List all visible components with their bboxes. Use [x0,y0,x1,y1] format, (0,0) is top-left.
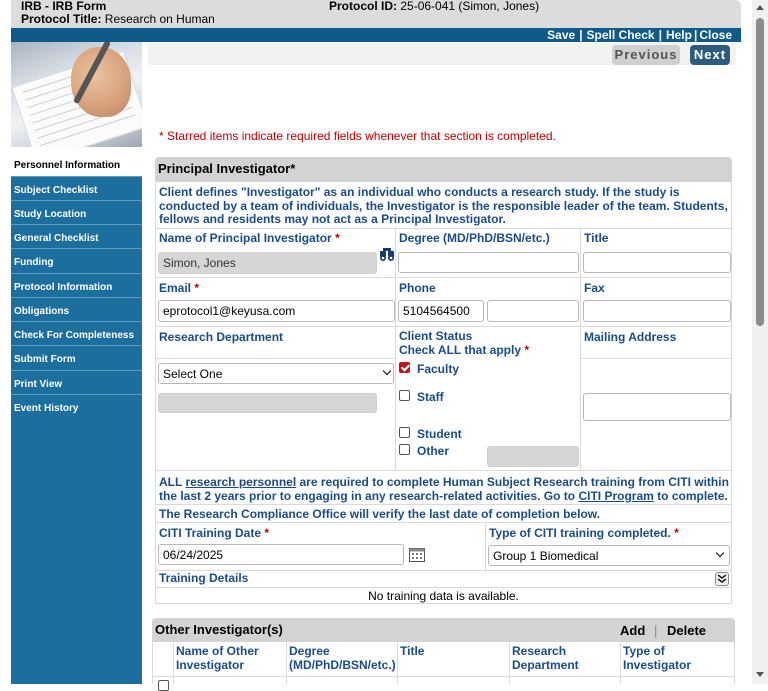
binoculars-icon[interactable] [379,248,395,262]
staff-label: Staff [417,390,444,404]
add-investigator-button[interactable]: Add [620,623,645,638]
previous-button[interactable]: Previous [612,45,680,65]
student-checkbox[interactable] [399,427,410,438]
pi-name-field: Simon, Jones [158,252,377,274]
citi-type-select[interactable]: Group 1 Biomedical [488,545,730,566]
phone-extension-field[interactable] [487,300,579,322]
toolbar: Save | Spell Check | Help | Close [11,28,741,42]
student-label: Student [417,427,462,441]
toolbar-separator: | [658,28,662,42]
protocol-title-label: Protocol Title: [21,12,102,26]
header-separator: | [654,623,658,638]
mailing-address-label: Mailing Address [584,330,677,344]
citi-date-field[interactable]: 06/24/2025 [158,544,404,565]
other-status-field [487,446,579,467]
toolbar-separator: | [579,28,583,42]
delete-investigator-button[interactable]: Delete [667,623,706,638]
save-link[interactable]: Save [547,28,575,42]
required-fields-note: * Starred items indicate required fields… [159,129,556,143]
degree-label: Degree (MD/PhD/BSN/etc.) [399,231,550,245]
sidebar-item-submit-form[interactable]: Submit Form [11,345,142,369]
chevron-down-icon [382,366,392,376]
column-header-type: Type of Investigator [623,644,692,672]
row-select-checkbox[interactable] [158,680,169,691]
sidebar-item-protocol-information[interactable]: Protocol Information [11,273,142,297]
protocol-title-value: Research on Human [104,12,215,26]
degree-field[interactable] [398,252,579,273]
scrollbar-thumb[interactable] [756,18,764,326]
sidebar-item-funding[interactable]: Funding [11,248,142,272]
phone-label: Phone [399,281,436,295]
email-label: Email * [159,281,200,295]
no-training-data-message: No training data is available. [368,589,519,603]
sidebar-item-study-location[interactable]: Study Location [11,200,142,224]
next-button[interactable]: Next [690,45,730,65]
sidebar-item-print-view[interactable]: Print View [11,370,142,394]
close-link[interactable]: Close [699,28,732,42]
toolbar-separator: | [693,28,698,42]
research-department-label: Research Department [159,330,284,344]
sidebar-item-general-checklist[interactable]: General Checklist [11,224,142,248]
column-header-department: Research Department [512,644,579,672]
department-readonly-field [158,393,377,413]
pi-name-label: Name of Principal Investigator * [159,231,340,245]
citi-type-label: Type of CITI training completed. * [489,526,679,540]
training-details-label: Training Details [159,571,249,585]
sidebar-banner-image [11,42,142,147]
research-department-select[interactable]: Select One [158,363,394,384]
sidebar-item-obligations[interactable]: Obligations [11,297,142,321]
scroll-up-icon[interactable] [756,5,764,10]
citi-verify-note: The Research Compliance Office will veri… [159,507,600,521]
other-checkbox[interactable] [399,444,410,455]
vertical-scrollbar[interactable] [752,0,768,684]
other-investigators-title: Other Investigator(s) [155,622,283,637]
fax-label: Fax [584,281,605,295]
column-header-title: Title [400,644,425,658]
calendar-icon[interactable] [409,547,426,563]
citi-requirement-text: ALL research personnel are required to c… [159,475,729,503]
column-header-name: Name of Other Investigator [176,644,259,672]
title-label: Title [584,231,609,245]
staff-checkbox[interactable] [399,390,410,401]
window-header: IRB - IRB Form Protocol Title: Research … [11,0,741,28]
faculty-label: Faculty [417,362,460,376]
protocol-id-value: 25-06-041 (Simon, Jones) [400,0,540,13]
toolbar-menu: Save | Spell Check | Help | Close [547,28,732,42]
citi-program-link[interactable]: CITI Program [578,489,653,503]
protocol-id: Protocol ID: 25-06-041 (Simon, Jones) [329,0,539,13]
mailing-address-field[interactable] [583,393,731,421]
title-field[interactable] [583,252,731,273]
sidebar-item-event-history[interactable]: Event History [11,394,142,418]
sidebar-item-personnel-information[interactable]: Personnel Information [11,152,142,176]
spell-check-link[interactable]: Spell Check [587,28,655,42]
citi-date-label: CITI Training Date * [159,526,270,540]
expand-details-icon[interactable] [715,572,729,586]
research-personnel-link[interactable]: research personnel [185,475,296,489]
scroll-down-icon[interactable] [756,672,764,677]
faculty-checkbox[interactable] [399,362,410,373]
column-header-degree: Degree (MD/PhD/BSN/etc.) [289,644,396,672]
phone-field[interactable]: 5104564500 [398,300,484,322]
chevron-down-icon [715,548,725,558]
other-investigators-header: Other Investigator(s) Add | Delete [152,618,735,642]
other-label: Other [417,444,450,458]
help-link[interactable]: Help [666,28,692,42]
client-status-label: Client Status Check ALL that apply * [399,329,530,357]
fax-field[interactable] [583,300,731,322]
email-field[interactable]: eprotocol1@keyusa.com [158,300,395,322]
pi-section-title: Principal Investigator* [158,161,296,176]
pi-description: Client defines "Investigator" as an indi… [159,185,728,226]
protocol-title: Protocol Title: Research on Human [21,13,215,26]
pi-section-header: Principal Investigator* [155,157,732,182]
protocol-id-label: Protocol ID: [329,0,397,13]
sidebar-item-check-for-completeness[interactable]: Check For Completeness [11,321,142,345]
sidebar-item-subject-checklist[interactable]: Subject Checklist [11,176,142,200]
sidebar: Personnel Information Subject Checklist … [11,42,142,684]
